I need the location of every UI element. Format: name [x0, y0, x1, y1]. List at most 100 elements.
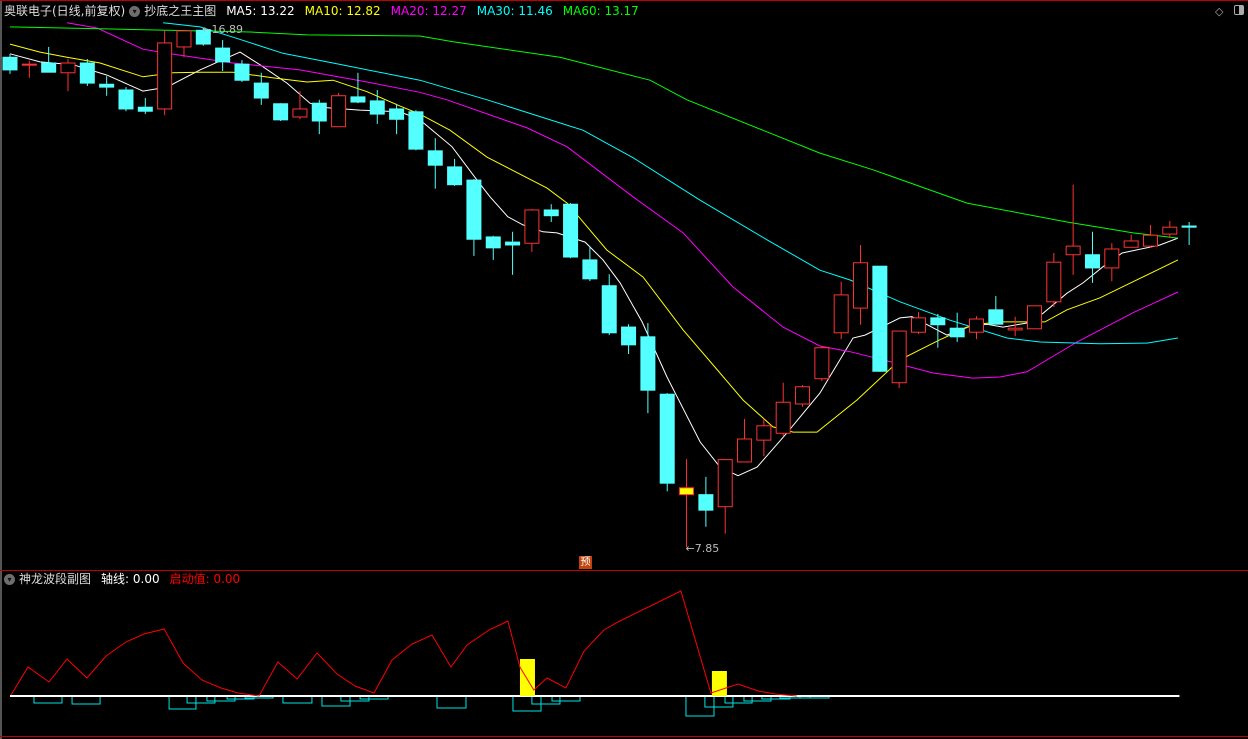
indicator-box [724, 695, 753, 704]
candle[interactable] [369, 89, 385, 124]
candle[interactable] [215, 40, 231, 72]
ma60-value: MA60: 13.17 [562, 4, 639, 18]
candle[interactable] [853, 244, 869, 325]
indicator-name[interactable]: 抄底之王主图 [144, 3, 216, 19]
ma30-value: MA30: 11.46 [476, 4, 553, 18]
candle-body [524, 209, 540, 244]
candle[interactable] [543, 204, 559, 223]
candle[interactable] [157, 30, 173, 116]
candle[interactable] [350, 72, 366, 104]
candle[interactable] [775, 382, 791, 437]
candle-body [311, 102, 327, 122]
candle[interactable] [1065, 184, 1081, 275]
candle-body [930, 317, 946, 326]
candle-body [60, 62, 76, 74]
candle-body [1142, 234, 1158, 247]
candle[interactable] [389, 103, 405, 135]
ma20-line [66, 22, 1179, 379]
candle-body [795, 386, 811, 405]
candle[interactable] [737, 418, 753, 463]
candle-body [853, 262, 869, 309]
candle[interactable] [273, 103, 289, 121]
candle[interactable] [1162, 220, 1178, 239]
candle-body [118, 89, 134, 110]
chevron-down-icon[interactable]: ▾ [4, 573, 15, 585]
candle[interactable] [1046, 253, 1062, 307]
candle[interactable] [601, 274, 617, 336]
candle[interactable] [930, 313, 946, 348]
candle[interactable] [717, 459, 733, 534]
candle[interactable] [1007, 316, 1023, 337]
candle[interactable] [795, 385, 811, 407]
candle[interactable] [41, 46, 57, 73]
candle[interactable] [176, 29, 192, 58]
candle-body [79, 62, 95, 84]
candle[interactable] [466, 178, 482, 256]
candle-body [659, 393, 675, 484]
candle[interactable] [2, 53, 18, 74]
candle[interactable] [1181, 222, 1197, 245]
candle-body [988, 309, 1004, 325]
candle-body [1084, 254, 1100, 269]
candle-body [543, 209, 559, 217]
candle[interactable] [292, 91, 308, 120]
candle[interactable] [21, 60, 37, 78]
candle[interactable] [872, 265, 888, 372]
candle[interactable] [408, 110, 424, 151]
candle[interactable] [911, 312, 927, 334]
candle-body [331, 95, 347, 128]
candle[interactable] [1026, 305, 1042, 330]
candle[interactable] [427, 138, 443, 189]
sub-indicator-name[interactable]: 神龙波段副图 [19, 571, 91, 587]
candle[interactable] [988, 296, 1004, 325]
candle[interactable] [969, 316, 984, 340]
indicator-pane[interactable] [10, 590, 1180, 717]
candle[interactable] [79, 58, 95, 86]
candle-body [969, 318, 984, 333]
ma30-line [163, 22, 1178, 345]
candle[interactable] [1084, 231, 1100, 283]
candle[interactable] [679, 459, 695, 547]
candle[interactable] [118, 87, 134, 112]
chevron-down-icon[interactable]: ▾ [129, 5, 141, 17]
candle[interactable] [1142, 224, 1158, 248]
candle[interactable] [563, 203, 579, 259]
candle[interactable] [60, 58, 76, 92]
candle[interactable] [891, 330, 907, 388]
candle[interactable] [505, 231, 521, 275]
chart-canvas[interactable]: ←16.89 ←7.85 [0, 0, 1248, 739]
candle-body [601, 285, 617, 334]
diamond-icon[interactable]: ◇ [1215, 5, 1223, 18]
candle[interactable] [698, 476, 714, 527]
candle[interactable] [1123, 234, 1139, 248]
candle[interactable] [814, 345, 830, 382]
candle-body [1026, 305, 1042, 330]
candle[interactable] [253, 72, 269, 105]
candle[interactable] [137, 98, 153, 115]
candle[interactable] [1104, 243, 1120, 282]
candle-body [485, 236, 501, 249]
candle-body [756, 425, 772, 441]
candle[interactable] [447, 158, 463, 186]
panel-toggle-icon[interactable] [1234, 5, 1244, 15]
candle[interactable] [524, 208, 540, 252]
main-price-pane[interactable] [2, 22, 1197, 547]
candle-body [369, 100, 385, 115]
candle[interactable] [949, 312, 965, 342]
candle[interactable] [311, 99, 327, 135]
candle[interactable] [659, 393, 675, 492]
candle-body [1181, 225, 1197, 228]
candle-body [408, 111, 424, 150]
ma5-value: MA5: 13.22 [226, 4, 295, 18]
indicator-header: ▾ 神龙波段副图 轴线: 0.00 启动值: 0.00 [4, 571, 240, 587]
candle[interactable] [485, 235, 501, 260]
candle[interactable] [640, 323, 656, 414]
forecast-badge[interactable]: 预 [579, 556, 592, 569]
candle-body [1104, 248, 1120, 269]
candle[interactable] [756, 418, 772, 457]
candle-body [679, 487, 695, 496]
candle[interactable] [833, 281, 849, 340]
candle[interactable] [331, 92, 347, 128]
candle[interactable] [621, 324, 637, 355]
candle[interactable] [99, 76, 115, 96]
